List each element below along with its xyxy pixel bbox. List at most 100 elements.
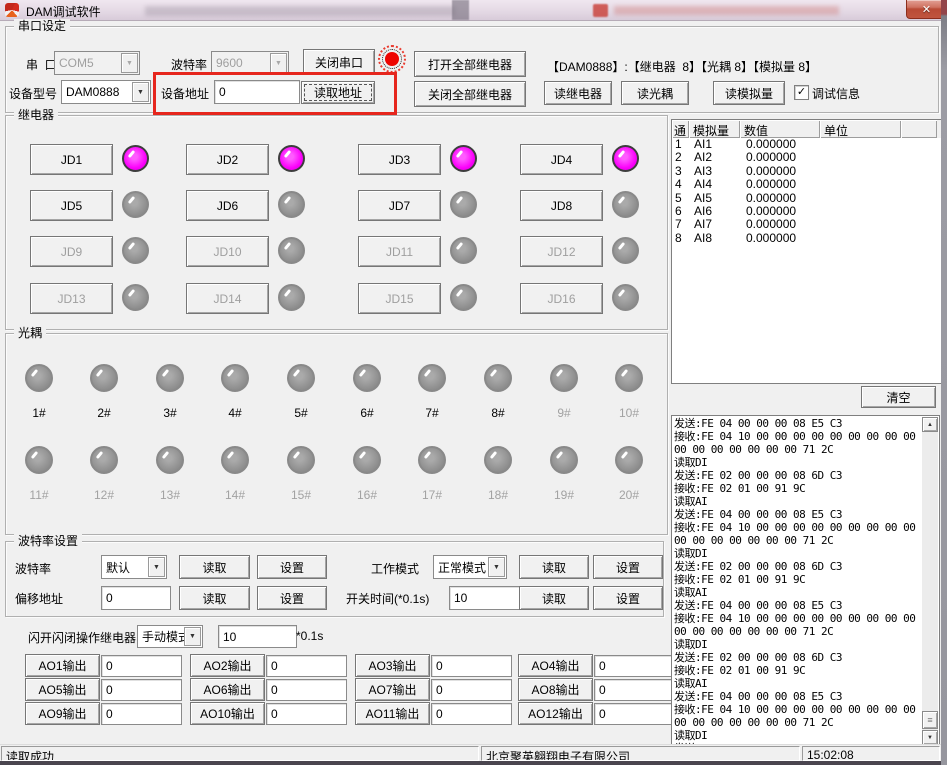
table-row[interactable]: 6AI60.000000 xyxy=(672,205,941,218)
read-address-button[interactable]: 读取地址 xyxy=(301,81,375,104)
ao-output-button-3[interactable]: AO3输出 xyxy=(355,654,430,677)
switch-time-label: 开关时间(*0.1s) xyxy=(346,590,429,607)
table-cell: AI5 xyxy=(689,192,740,205)
baudrate-setting-value: 默认 xyxy=(102,559,130,576)
baud-set-button[interactable]: 设置 xyxy=(257,555,327,579)
close-serial-button[interactable]: 关闭串口 xyxy=(303,49,375,75)
scroll-down-button[interactable]: ▼ xyxy=(922,730,938,745)
work-mode-select[interactable]: 正常模式 ▼ xyxy=(433,555,507,579)
relay-led-jd15 xyxy=(450,284,477,311)
baud-read-button[interactable]: 读取 xyxy=(179,555,250,579)
opto-led-9# xyxy=(550,364,578,392)
debug-log[interactable]: 发送:FE 04 00 00 00 08 E5 C3 接收:FE 04 10 0… xyxy=(671,415,940,747)
relay-button-jd7[interactable]: JD7 xyxy=(358,190,441,221)
ao-output-button-8[interactable]: AO8输出 xyxy=(518,678,593,701)
table-cell: 7 xyxy=(672,218,689,231)
offset-address-input[interactable]: 0 xyxy=(101,586,171,610)
table-cell: 6 xyxy=(672,205,689,218)
column-header-extra[interactable] xyxy=(901,120,937,138)
relay-button-jd3[interactable]: JD3 xyxy=(358,144,441,175)
table-cell: 0.000000 xyxy=(740,205,820,218)
opto-label-19#: 19# xyxy=(546,488,582,502)
ao-output-button-7[interactable]: AO7输出 xyxy=(355,678,430,701)
read-analog-button[interactable]: 读模拟量 xyxy=(713,81,785,105)
titlebar: DAM调试软件 xyxy=(0,0,941,21)
relay-button-jd8[interactable]: JD8 xyxy=(520,190,603,221)
work-mode-label: 工作模式 xyxy=(371,560,419,577)
table-row[interactable]: 3AI30.000000 xyxy=(672,165,941,178)
ao-output-value-8[interactable]: 0 xyxy=(594,679,675,701)
column-header-channel[interactable]: 通 xyxy=(672,120,689,138)
work-mode-read-button[interactable]: 读取 xyxy=(519,555,589,579)
scrollbar-thumb[interactable]: ≡ xyxy=(922,711,938,729)
table-row[interactable]: 4AI40.000000 xyxy=(672,178,941,191)
column-header-analog[interactable]: 模拟量 xyxy=(689,120,740,138)
baudrate-setting-select[interactable]: 默认 ▼ xyxy=(101,555,167,579)
relay-button-jd1[interactable]: JD1 xyxy=(30,144,113,175)
ao-output-value-11[interactable]: 0 xyxy=(431,703,512,725)
relay-button-jd5[interactable]: JD5 xyxy=(30,190,113,221)
ao-output-value-6[interactable]: 0 xyxy=(266,679,347,701)
ao-output-value-3[interactable]: 0 xyxy=(431,655,512,677)
opto-led-19# xyxy=(550,446,578,474)
analog-table-body: 1AI10.0000002AI20.0000003AI30.0000004AI4… xyxy=(672,138,941,383)
chevron-down-icon: ▼ xyxy=(488,557,505,577)
table-cell: AI8 xyxy=(689,232,740,245)
open-all-relays-button[interactable]: 打开全部继电器 xyxy=(414,51,526,77)
ao-output-value-7[interactable]: 0 xyxy=(431,679,512,701)
ao-output-button-4[interactable]: AO4输出 xyxy=(518,654,593,677)
ao-output-button-6[interactable]: AO6输出 xyxy=(190,678,265,701)
work-mode-set-button[interactable]: 设置 xyxy=(593,555,663,579)
table-row[interactable]: 7AI70.000000 xyxy=(672,218,941,231)
ao-output-value-1[interactable]: 0 xyxy=(101,655,182,677)
relay-button-jd2[interactable]: JD2 xyxy=(186,144,269,175)
offset-set-button[interactable]: 设置 xyxy=(257,586,327,610)
ao-output-value-2[interactable]: 0 xyxy=(266,655,347,677)
opto-led-7# xyxy=(418,364,446,392)
switch-time-input[interactable]: 10 xyxy=(449,586,523,610)
ao-output-value-9[interactable]: 0 xyxy=(101,703,182,725)
read-opto-button[interactable]: 读光耦 xyxy=(621,81,689,105)
offset-read-button[interactable]: 读取 xyxy=(179,586,250,610)
table-cell xyxy=(820,138,901,151)
device-address-input[interactable]: 0 xyxy=(214,80,300,104)
ao-output-button-9[interactable]: AO9输出 xyxy=(25,702,100,725)
flash-mode-select[interactable]: 手动模式 ▼ xyxy=(137,625,203,648)
relay-button-jd6[interactable]: JD6 xyxy=(186,190,269,221)
column-header-unit[interactable]: 单位 xyxy=(820,120,901,138)
table-cell: 5 xyxy=(672,192,689,205)
ao-output-value-5[interactable]: 0 xyxy=(101,679,182,701)
table-cell xyxy=(820,218,901,231)
ao-output-button-1[interactable]: AO1输出 xyxy=(25,654,100,677)
relay-button-jd4[interactable]: JD4 xyxy=(520,144,603,175)
clear-log-button[interactable]: 清空 xyxy=(861,386,936,408)
background-window-artifact xyxy=(614,6,839,15)
switch-time-set-button[interactable]: 设置 xyxy=(593,586,663,610)
log-scrollbar[interactable]: ▲ ≡ ▼ xyxy=(922,417,938,745)
ao-output-button-2[interactable]: AO2输出 xyxy=(190,654,265,677)
opto-led-3# xyxy=(156,364,184,392)
ao-output-button-10[interactable]: AO10输出 xyxy=(190,702,265,725)
ao-output-button-12[interactable]: AO12输出 xyxy=(518,702,593,725)
switch-time-read-button[interactable]: 读取 xyxy=(519,586,589,610)
read-relays-button[interactable]: 读继电器 xyxy=(544,81,612,105)
column-header-value[interactable]: 数值 xyxy=(740,120,820,138)
table-row[interactable]: 5AI50.000000 xyxy=(672,192,941,205)
flash-time-input[interactable]: 10 xyxy=(218,625,297,648)
scroll-up-button[interactable]: ▲ xyxy=(922,417,938,432)
table-row[interactable]: 1AI10.000000 xyxy=(672,138,941,151)
ao-output-value-12[interactable]: 0 xyxy=(594,703,675,725)
table-row[interactable]: 2AI20.000000 xyxy=(672,151,941,164)
table-row[interactable]: 8AI80.000000 xyxy=(672,232,941,245)
ao-output-button-5[interactable]: AO5输出 xyxy=(25,678,100,701)
debug-info-checkbox[interactable]: ✓ xyxy=(794,85,809,100)
opto-led-13# xyxy=(156,446,184,474)
ao-output-value-10[interactable]: 0 xyxy=(266,703,347,725)
close-all-relays-button[interactable]: 关闭全部继电器 xyxy=(414,81,526,107)
ao-output-value-4[interactable]: 0 xyxy=(594,655,675,677)
table-cell: 0.000000 xyxy=(740,218,820,231)
relay-button-jd11: JD11 xyxy=(358,236,441,267)
baud-settings-group: 波特率设置 波特率 默认 ▼ 读取 设置 工作模式 正常模式 ▼ 读取 设置 偏… xyxy=(5,541,664,617)
ao-output-button-11[interactable]: AO11输出 xyxy=(355,702,430,725)
device-model-select[interactable]: DAM0888 ▼ xyxy=(61,80,151,104)
